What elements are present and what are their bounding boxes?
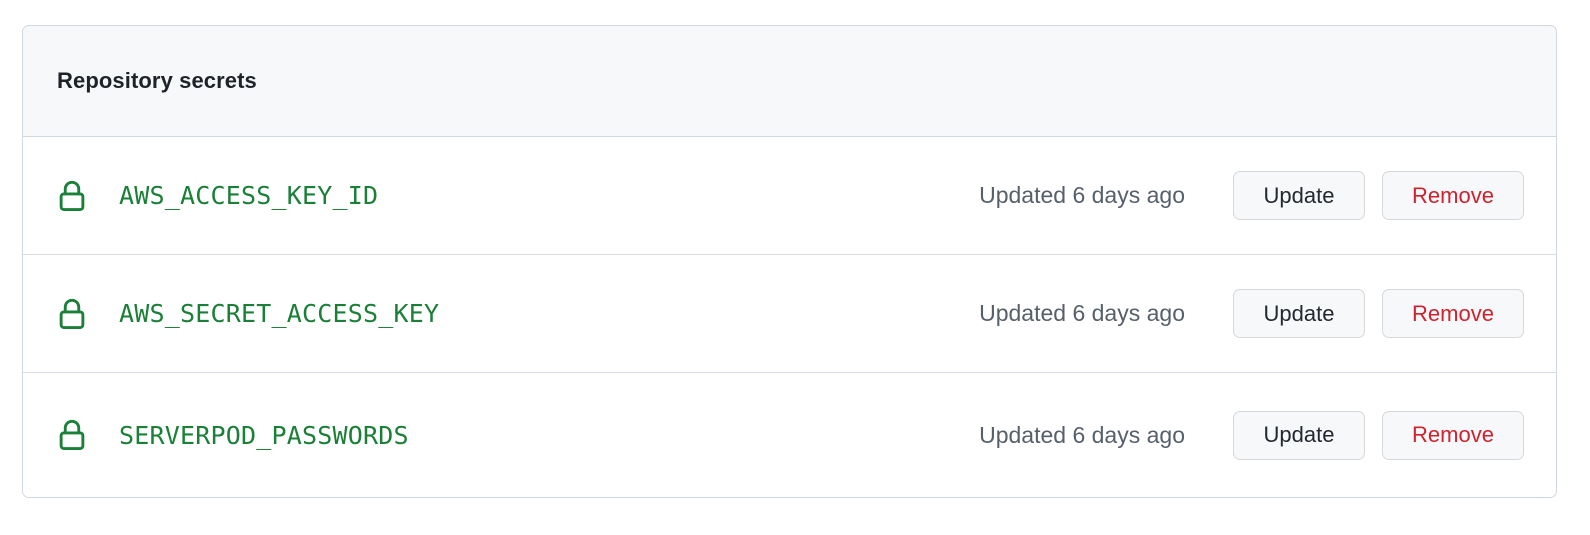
secret-updated-timestamp: Updated 6 days ago [979, 421, 1185, 448]
row-actions: Update Remove [1233, 289, 1524, 338]
table-row: AWS_ACCESS_KEY_ID Updated 6 days ago Upd… [23, 137, 1556, 255]
secret-name: AWS_ACCESS_KEY_ID [119, 181, 379, 210]
card-header: Repository secrets [23, 26, 1556, 137]
remove-button[interactable]: Remove [1382, 410, 1524, 460]
secret-name: AWS_SECRET_ACCESS_KEY [119, 299, 440, 328]
row-actions: Update Remove [1233, 171, 1524, 220]
repository-secrets-card: Repository secrets AWS_ACCESS_KEY_ID Upd… [22, 25, 1557, 498]
update-button[interactable]: Update [1233, 289, 1365, 338]
row-actions: Update Remove [1233, 410, 1524, 460]
remove-button[interactable]: Remove [1382, 171, 1524, 220]
repository-secrets-page: Repository secrets AWS_ACCESS_KEY_ID Upd… [0, 0, 1590, 535]
table-row: SERVERPOD_PASSWORDS Updated 6 days ago U… [23, 373, 1556, 497]
update-button[interactable]: Update [1233, 171, 1365, 220]
secret-updated-timestamp: Updated 6 days ago [979, 182, 1185, 208]
secret-updated-timestamp: Updated 6 days ago [979, 300, 1185, 326]
secret-name: SERVERPOD_PASSWORDS [119, 420, 409, 450]
lock-icon [57, 179, 119, 213]
remove-button[interactable]: Remove [1382, 289, 1524, 338]
update-button[interactable]: Update [1233, 410, 1365, 460]
page-title: Repository secrets [57, 67, 257, 93]
lock-icon [57, 297, 119, 331]
lock-icon [57, 418, 119, 452]
table-row: AWS_SECRET_ACCESS_KEY Updated 6 days ago… [23, 255, 1556, 373]
